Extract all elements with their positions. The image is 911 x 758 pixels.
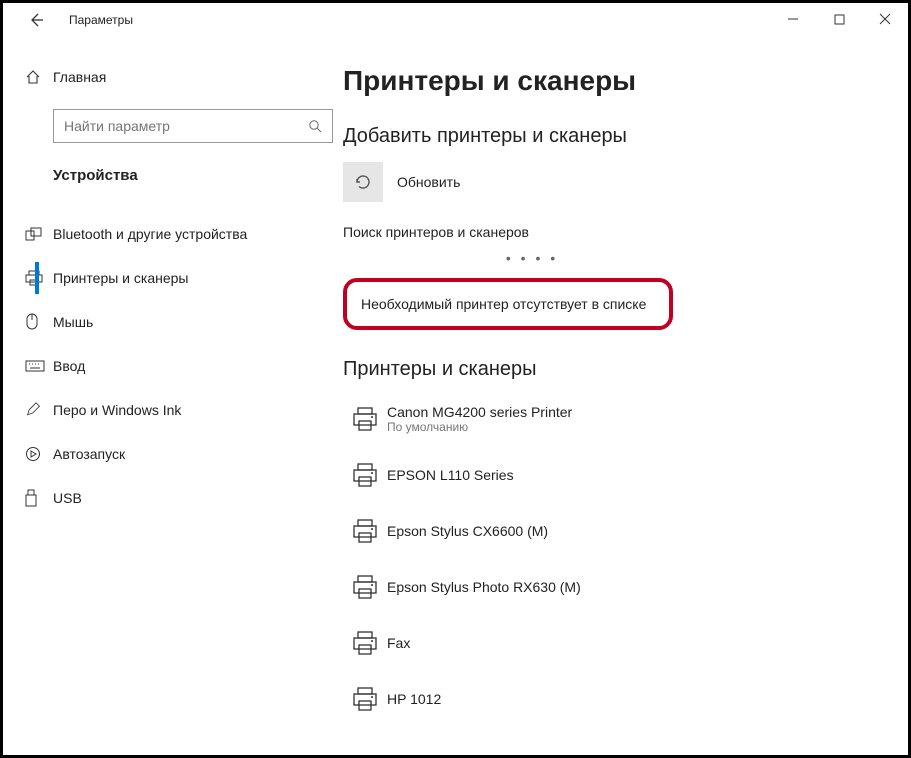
nav-item-label: Bluetooth и другие устройства [53,226,247,242]
printer-name: EPSON L110 Series [387,467,514,483]
maximize-button[interactable] [816,3,862,35]
nav-item-label: Перо и Windows Ink [53,402,181,418]
printer-item[interactable]: Fax [343,615,888,671]
minimize-button[interactable] [770,3,816,35]
printer-not-listed-label: Необходимый принтер отсутствует в списке [361,296,646,312]
nav-item-mouse[interactable]: Мышь [3,300,333,344]
nav-home-label: Главная [53,69,106,85]
category-title: Устройства [3,143,333,188]
refresh-row[interactable]: Обновить [343,162,888,202]
devices-icon [25,226,53,242]
usb-icon [25,489,53,507]
home-icon [25,69,47,85]
nav-item-label: Принтеры и сканеры [53,270,188,286]
page-title: Принтеры и сканеры [343,65,888,97]
printer-name: Epson Stylus CX6600 (M) [387,523,548,539]
loading-indicator: • • • • [367,250,697,266]
printer-icon [343,630,387,656]
nav-item-typing[interactable]: Ввод [3,344,333,388]
printer-item[interactable]: EPSON L110 Series [343,447,888,503]
titlebar: Параметры [3,3,908,37]
search-input[interactable] [64,118,308,134]
printer-sub: По умолчанию [387,420,572,434]
section-list: Принтеры и сканеры [343,358,888,381]
pen-icon [25,402,53,418]
nav-item-label: Мышь [53,314,93,330]
keyboard-icon [25,359,53,373]
nav-item-bluetooth[interactable]: Bluetooth и другие устройства [3,212,333,256]
printer-icon [343,462,387,488]
search-box[interactable] [53,109,333,143]
search-status: Поиск принтеров и сканеров [343,224,529,240]
nav-item-printers[interactable]: Принтеры и сканеры [3,256,333,300]
printer-icon [343,686,387,712]
printer-name: Epson Stylus Photo RX630 (M) [387,579,581,595]
nav-item-label: Автозапуск [53,446,125,462]
printer-icon [25,270,53,286]
content: Принтеры и сканеры Добавить принтеры и с… [333,37,908,755]
nav-item-pen[interactable]: Перо и Windows Ink [3,388,333,432]
close-button[interactable] [862,3,908,35]
printer-name: Canon MG4200 series Printer [387,404,572,420]
mouse-icon [25,313,53,331]
printer-item[interactable]: Epson Stylus CX6600 (M) [343,503,888,559]
refresh-label: Обновить [397,174,460,190]
printer-icon [343,518,387,544]
sidebar: Главная Устройства Bluetooth и другие ус… [3,37,333,755]
printer-item[interactable]: Canon MG4200 series PrinterПо умолчанию [343,391,888,447]
refresh-icon [343,162,383,202]
printer-name: Fax [387,635,410,651]
nav-item-usb[interactable]: USB [3,476,333,520]
search-icon [308,119,322,133]
printer-item[interactable]: Epson Stylus Photo RX630 (M) [343,559,888,615]
nav-item-autoplay[interactable]: Автозапуск [3,432,333,476]
printer-name: HP 1012 [387,691,441,707]
printer-item[interactable]: HP 1012 [343,671,888,727]
back-button[interactable] [21,5,51,35]
section-add: Добавить принтеры и сканеры [343,125,888,148]
printer-icon [343,406,387,432]
printer-icon [343,574,387,600]
nav-home[interactable]: Главная [3,59,333,95]
nav-item-label: Ввод [53,358,85,374]
autoplay-icon [25,446,53,462]
window-title: Параметры [69,13,133,27]
nav-item-label: USB [53,490,82,506]
printer-not-listed-link[interactable]: Необходимый принтер отсутствует в списке [343,278,673,330]
search-status-row: Поиск принтеров и сканеров [343,224,888,240]
